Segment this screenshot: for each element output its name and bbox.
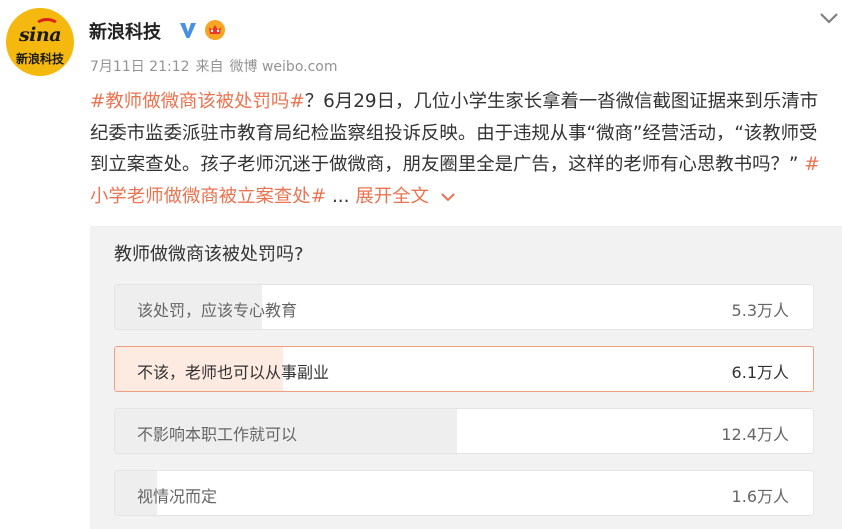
topic-tag-link[interactable]: #教师做微商该被处罚吗# <box>90 91 305 112</box>
poll-option[interactable]: 该处罚，应该专心教育 5.3万人 <box>114 284 814 330</box>
chevron-down-icon <box>441 192 455 201</box>
vip-crown-icon[interactable] <box>203 18 227 40</box>
logo-text-en: sina <box>18 24 62 46</box>
poll-option[interactable]: 不影响本职工作就可以 12.4万人 <box>114 408 814 454</box>
account-name[interactable]: 新浪科技 <box>89 18 161 44</box>
expand-full-text-link[interactable]: 展开全文 <box>355 186 455 207</box>
chevron-down-icon[interactable] <box>818 10 840 26</box>
verified-icon <box>180 23 196 38</box>
from-label: 来自 <box>195 59 224 75</box>
poll-option-count: 1.6万人 <box>731 487 789 506</box>
poll-option-count: 5.3万人 <box>731 301 789 320</box>
ellipsis: ... <box>326 185 356 207</box>
expand-label[interactable]: 展开全文 <box>355 186 429 207</box>
poll-option-label: 不该，老师也可以从事副业 <box>137 363 330 382</box>
poll-option-label: 该处罚，应该专心教育 <box>137 301 298 320</box>
poll-option-label: 视情况而定 <box>137 487 218 506</box>
post-time[interactable]: 7月11日 21:12 <box>90 59 190 75</box>
poll-option-label: 不影响本职工作就可以 <box>137 425 298 444</box>
logo-text-cn: 新浪科技 <box>15 52 64 66</box>
poll-option-count: 12.4万人 <box>721 425 789 444</box>
post-meta: 7月11日 21:12 来自 微博 weibo.com <box>90 56 344 76</box>
poll-option-count: 6.1万人 <box>731 363 789 382</box>
poll-option[interactable]: 视情况而定 1.6万人 <box>114 470 814 516</box>
post-text: #教师做微商该被处罚吗#？6月29日，几位小学生家长拿着一沓微信截图证据来到乐清… <box>90 86 835 212</box>
poll-card: 教师做微商该被处罚吗? 该处罚，应该专心教育 5.3万人不该，老师也可以从事副业 6… <box>90 226 842 529</box>
avatar[interactable]: sina 新浪科技 <box>6 8 74 76</box>
poll-option[interactable]: 不该，老师也可以从事副业 6.1万人 <box>114 346 814 392</box>
post-source[interactable]: 微博 weibo.com <box>230 59 338 75</box>
poll-question: 教师做微商该被处罚吗? <box>114 244 304 265</box>
